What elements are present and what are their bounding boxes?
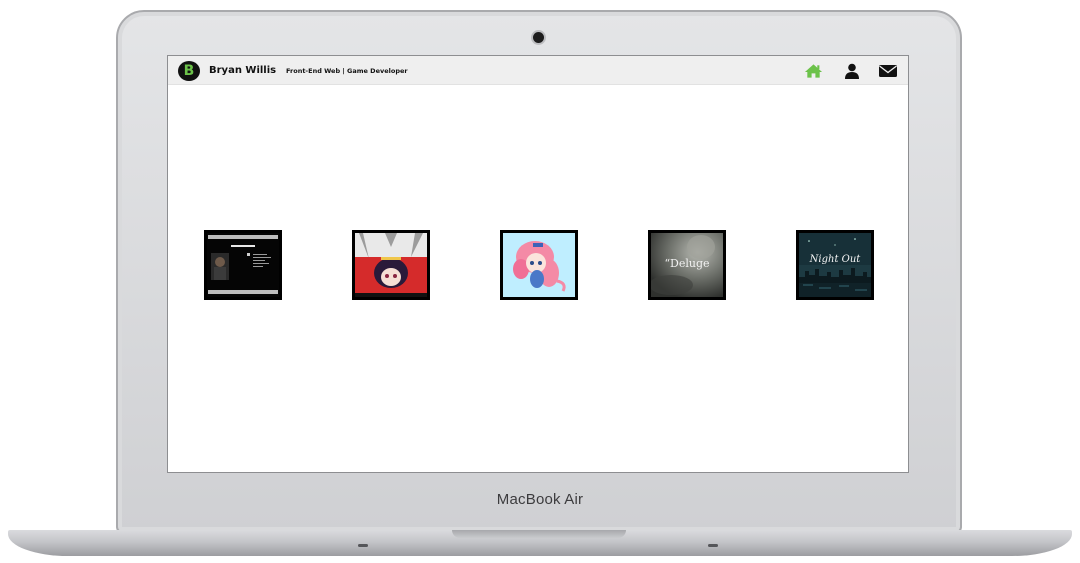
site-logo[interactable]: B — [178, 61, 200, 81]
envelope-icon[interactable] — [878, 63, 898, 79]
portfolio-thumb-deluge[interactable]: “Deluge — [648, 230, 726, 300]
webcam — [533, 32, 544, 43]
user-icon[interactable] — [844, 63, 860, 79]
deluge-title: “Deluge — [664, 257, 710, 270]
laptop-foot-left — [358, 544, 368, 547]
illustration-preview-image — [355, 233, 427, 297]
laptop-brand-label: MacBook Air — [496, 491, 584, 508]
portfolio-thumb-website[interactable] — [204, 230, 282, 300]
night-out-preview-image — [799, 233, 871, 297]
portfolio-thumb-night-out[interactable]: Night Out — [796, 230, 874, 300]
logo-letter: B — [183, 63, 195, 79]
site-name[interactable]: Bryan Willis — [209, 65, 276, 76]
home-icon[interactable] — [804, 63, 823, 79]
pixel-character-preview-image — [503, 233, 575, 297]
portfolio-thumb-illustration[interactable] — [352, 230, 430, 300]
site-tagline: Front-End Web | Game Developer — [286, 67, 408, 75]
night-out-title: Night Out — [809, 254, 861, 265]
laptop-foot-right — [708, 544, 718, 547]
laptop-screen: B Bryan Willis Front-End Web | Game Deve… — [167, 55, 909, 473]
laptop-hinge-notch — [452, 530, 626, 538]
portfolio-thumb-pixel-character[interactable] — [500, 230, 578, 300]
website-preview-image — [207, 233, 279, 297]
site-navbar: B Bryan Willis Front-End Web | Game Deve… — [168, 56, 908, 85]
